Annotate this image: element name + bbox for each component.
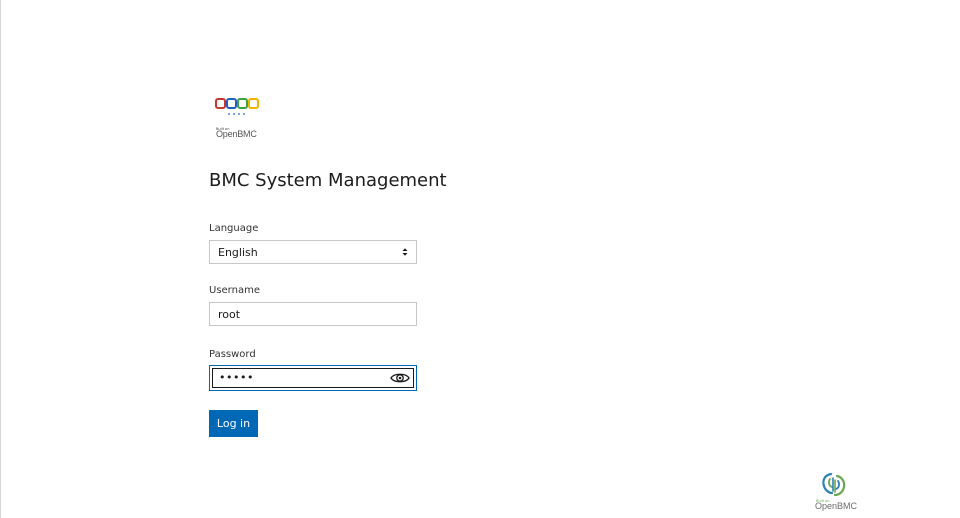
login-page: Built on OpenBMC BMC System Management L… <box>0 0 960 518</box>
chevron-up-down-icon <box>402 248 408 256</box>
page-title: BMC System Management <box>209 170 447 191</box>
vendor-logo <box>215 98 259 115</box>
username-label: Username <box>209 285 260 296</box>
footer-openbmc-text: OpenBMC <box>815 501 858 511</box>
openbmc-icon <box>822 472 846 497</box>
password-input[interactable]: ••••• <box>209 365 417 391</box>
eye-icon[interactable] <box>390 371 410 385</box>
password-label: Password <box>209 349 256 360</box>
username-value: root <box>218 308 241 321</box>
language-label: Language <box>209 223 259 234</box>
password-input-inner: ••••• <box>212 368 414 388</box>
login-button[interactable]: Log in <box>209 410 258 437</box>
footer-openbmc-logo: Built on OpenBMC <box>813 472 857 514</box>
openbmc-text: OpenBMC <box>216 129 257 139</box>
password-masked-value: ••••• <box>219 371 254 384</box>
language-selected-value: English <box>218 246 258 259</box>
username-input[interactable]: root <box>209 302 417 326</box>
language-select[interactable]: English <box>209 240 417 264</box>
openbmc-wordmark: Built on OpenBMC <box>216 127 260 139</box>
